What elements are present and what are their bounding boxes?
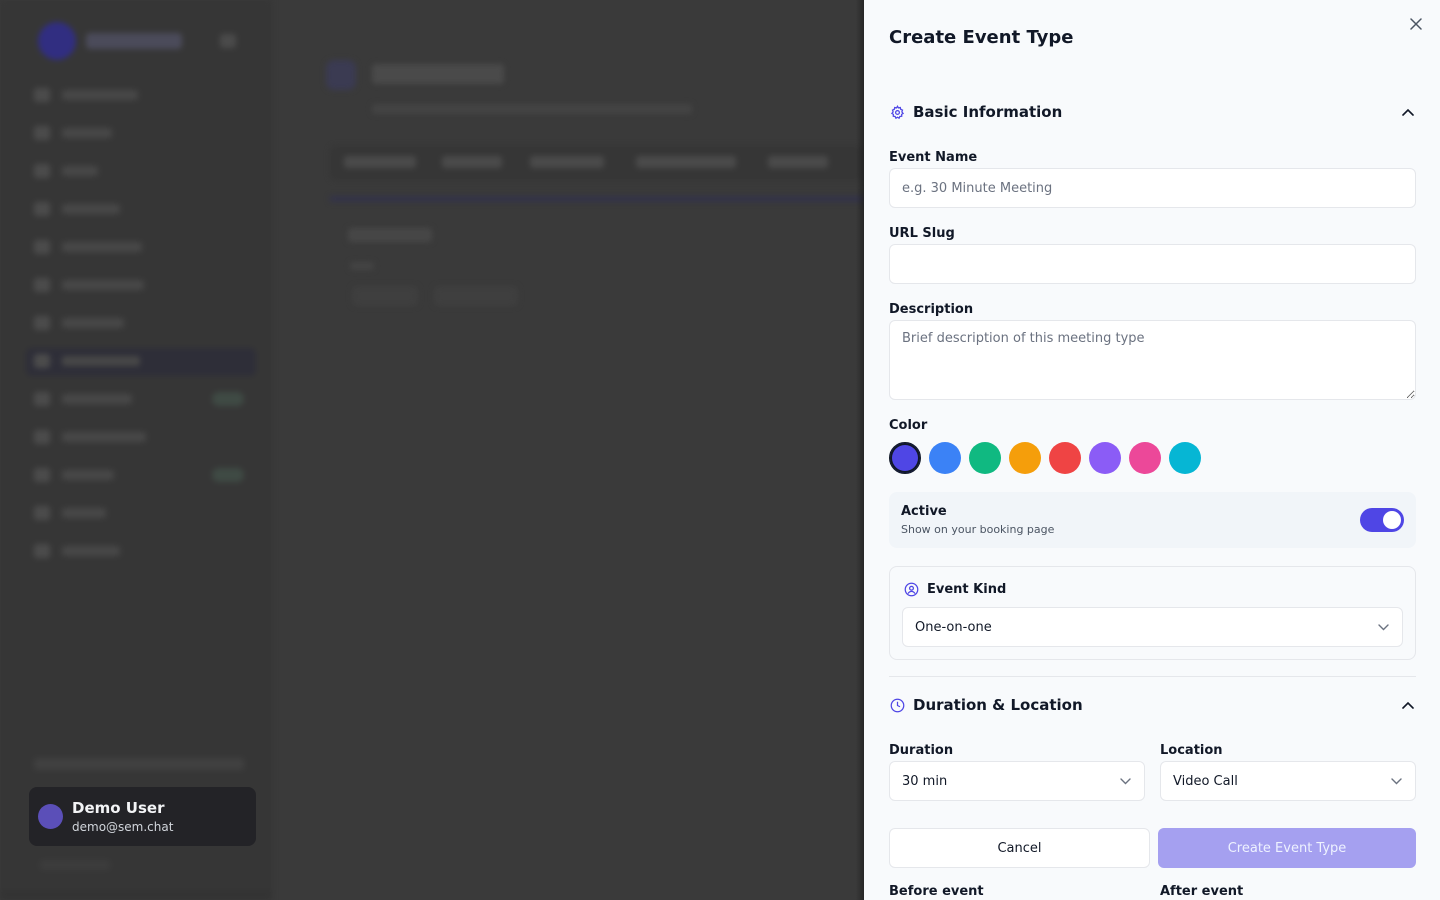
sidebar-footer-link: [40, 860, 110, 870]
cancel-button[interactable]: Cancel: [889, 828, 1150, 868]
color-swatch[interactable]: [1009, 442, 1041, 474]
active-setting: Active Show on your booking page: [889, 492, 1416, 548]
after-event-label: After event: [1160, 884, 1244, 899]
toggle-knob: [1383, 511, 1401, 529]
color-swatch[interactable]: [1089, 442, 1121, 474]
color-swatch[interactable]: [929, 442, 961, 474]
card-chip: [434, 286, 518, 306]
sidebar-item: [34, 430, 146, 444]
description-textarea[interactable]: [889, 320, 1416, 400]
color-swatch[interactable]: [1169, 442, 1201, 474]
location-select[interactable]: Video Call: [1160, 761, 1416, 801]
section-divider: [889, 676, 1416, 677]
duration-value: 30 min: [902, 773, 948, 789]
sidebar-item: [34, 544, 120, 558]
sidebar-item: [34, 88, 138, 102]
sidebar-item: [34, 468, 114, 482]
tab: [530, 156, 604, 168]
close-icon: [1410, 15, 1422, 34]
app-logo-text: [86, 33, 182, 49]
sidebar-collapse-icon: [220, 34, 236, 48]
drawer-title: Create Event Type: [889, 27, 1074, 48]
create-event-drawer: Create Event Type Basic Information Even…: [864, 0, 1440, 900]
description-label: Description: [889, 302, 974, 317]
active-title: Active: [901, 504, 947, 519]
background-blur: [0, 0, 864, 900]
chevron-down-icon: [1376, 620, 1390, 634]
sidebar-footer: [34, 758, 244, 770]
sidebar-item: [34, 202, 120, 216]
section-title: Basic Information: [913, 103, 1063, 121]
sidebar-badge: [212, 392, 244, 406]
user-name: Demo User: [72, 798, 165, 817]
tab-underline: [330, 196, 864, 202]
duration-location-toggle[interactable]: Duration & Location: [889, 693, 1416, 717]
create-event-type-button[interactable]: Create Event Type: [1158, 828, 1416, 868]
user-card[interactable]: Demo User demo@sem.chat: [29, 787, 256, 846]
page-subtitle: [372, 104, 692, 114]
sidebar-item: [34, 316, 124, 330]
url-slug-input[interactable]: [889, 244, 1416, 284]
tab: [344, 156, 416, 168]
before-event-label: Before event: [889, 884, 984, 899]
color-swatch[interactable]: [969, 442, 1001, 474]
location-label: Location: [1160, 743, 1223, 758]
active-subtitle: Show on your booking page: [901, 523, 1055, 536]
card-meta: [350, 262, 374, 270]
color-swatch[interactable]: [889, 442, 921, 474]
chevron-up-icon: [1400, 697, 1416, 713]
color-swatch[interactable]: [1049, 442, 1081, 474]
event-kind-card: Event Kind One-on-one: [889, 566, 1416, 660]
user-circle-icon: [903, 581, 919, 597]
tab: [768, 156, 828, 168]
close-button[interactable]: [1406, 14, 1426, 34]
section-title: Duration & Location: [913, 696, 1083, 714]
event-name-label: Event Name: [889, 150, 978, 165]
page-title: [372, 64, 504, 84]
duration-select[interactable]: 30 min: [889, 761, 1145, 801]
sidebar-item: [34, 240, 142, 254]
basic-information-toggle[interactable]: Basic Information: [889, 100, 1416, 124]
active-toggle[interactable]: [1360, 508, 1404, 532]
clock-icon: [889, 697, 905, 713]
chevron-up-icon: [1400, 104, 1416, 120]
sidebar-item: [34, 506, 106, 520]
sidebar-item: [34, 164, 98, 178]
event-kind-header: Event Kind: [903, 581, 1006, 597]
card-title: [348, 228, 432, 242]
tab: [442, 156, 502, 168]
gear-icon: [889, 104, 905, 120]
app-logo: [38, 22, 76, 60]
sidebar-badge: [212, 468, 244, 482]
event-kind-select[interactable]: One-on-one: [902, 607, 1403, 647]
background-app: Demo User demo@sem.chat: [0, 0, 864, 900]
color-label: Color: [889, 418, 928, 433]
avatar: [38, 804, 63, 829]
sidebar-item: [34, 278, 144, 292]
card-chip: [352, 286, 418, 306]
tab: [636, 156, 736, 168]
drawer-shadow: [856, 0, 864, 900]
background-sidebar: [0, 0, 272, 900]
sidebar-bottom: [0, 890, 272, 900]
color-swatches: [889, 442, 1201, 474]
user-email: demo@sem.chat: [72, 819, 174, 834]
user-info: Demo User demo@sem.chat: [72, 799, 173, 835]
page-icon: [326, 60, 356, 90]
event-kind-label: Event Kind: [927, 581, 1007, 597]
location-value: Video Call: [1173, 773, 1238, 789]
duration-label: Duration: [889, 743, 954, 758]
url-slug-label: URL Slug: [889, 226, 955, 241]
chevron-down-icon: [1118, 774, 1132, 788]
event-kind-value: One-on-one: [915, 619, 992, 635]
color-swatch[interactable]: [1129, 442, 1161, 474]
sidebar-item: [34, 354, 140, 368]
chevron-down-icon: [1389, 774, 1403, 788]
event-name-input[interactable]: [889, 168, 1416, 208]
sidebar-item: [34, 126, 112, 140]
sidebar-item: [34, 392, 132, 406]
